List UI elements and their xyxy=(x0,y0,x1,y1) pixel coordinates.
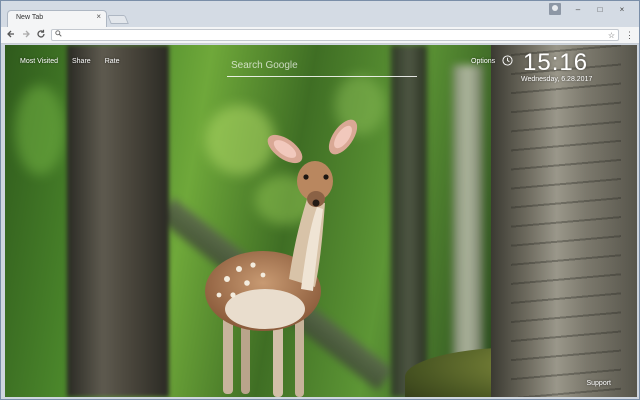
maximize-button[interactable]: □ xyxy=(589,3,611,17)
star-icon[interactable]: ☆ xyxy=(608,30,615,41)
search-input[interactable] xyxy=(227,55,417,76)
minimize-button[interactable]: – xyxy=(567,3,589,17)
address-bar[interactable]: ☆ xyxy=(51,29,619,41)
share-link[interactable]: Share xyxy=(72,58,91,65)
new-tab-page: Most Visited Share Rate Options 15:16 We… xyxy=(5,45,637,397)
rate-link[interactable]: Rate xyxy=(105,58,120,65)
search-icon xyxy=(55,30,62,41)
menu-dots-icon[interactable]: ⋮ xyxy=(625,29,634,41)
tree-trunk-left xyxy=(67,45,169,397)
clock-time: 15:16 xyxy=(523,49,589,76)
tab-strip: New Tab × – □ × xyxy=(1,1,639,27)
reload-icon[interactable] xyxy=(35,29,47,41)
support-link[interactable]: Support xyxy=(586,380,611,387)
browser-window: New Tab × – □ × ☆ ⋮ Most Visited Share R… xyxy=(0,0,640,400)
close-icon[interactable]: × xyxy=(96,13,101,21)
tab-title: New Tab xyxy=(16,14,44,21)
tab-new-tab[interactable]: New Tab × xyxy=(7,10,107,27)
deer-image xyxy=(205,119,358,397)
options-link[interactable]: Options xyxy=(471,58,495,65)
window-controls: – □ × xyxy=(567,3,633,17)
clock-date: Wednesday, 6.28.2017 xyxy=(521,76,593,83)
tree-trunk-middle xyxy=(391,45,427,397)
bokeh-light xyxy=(15,85,65,175)
top-links: Most Visited Share Rate xyxy=(20,58,119,65)
most-visited-link[interactable]: Most Visited xyxy=(20,58,58,65)
new-tab-button[interactable] xyxy=(107,15,129,24)
arrow-right-icon[interactable] xyxy=(20,29,32,41)
tree-trunk-pale xyxy=(453,65,483,385)
browser-toolbar: ☆ ⋮ xyxy=(1,27,639,44)
search-box xyxy=(227,55,417,77)
tree-trunk-right xyxy=(491,45,637,397)
close-window-button[interactable]: × xyxy=(611,3,633,17)
clock-icon[interactable] xyxy=(502,55,513,66)
arrow-left-icon[interactable] xyxy=(5,29,17,41)
profile-icon[interactable] xyxy=(549,3,561,15)
